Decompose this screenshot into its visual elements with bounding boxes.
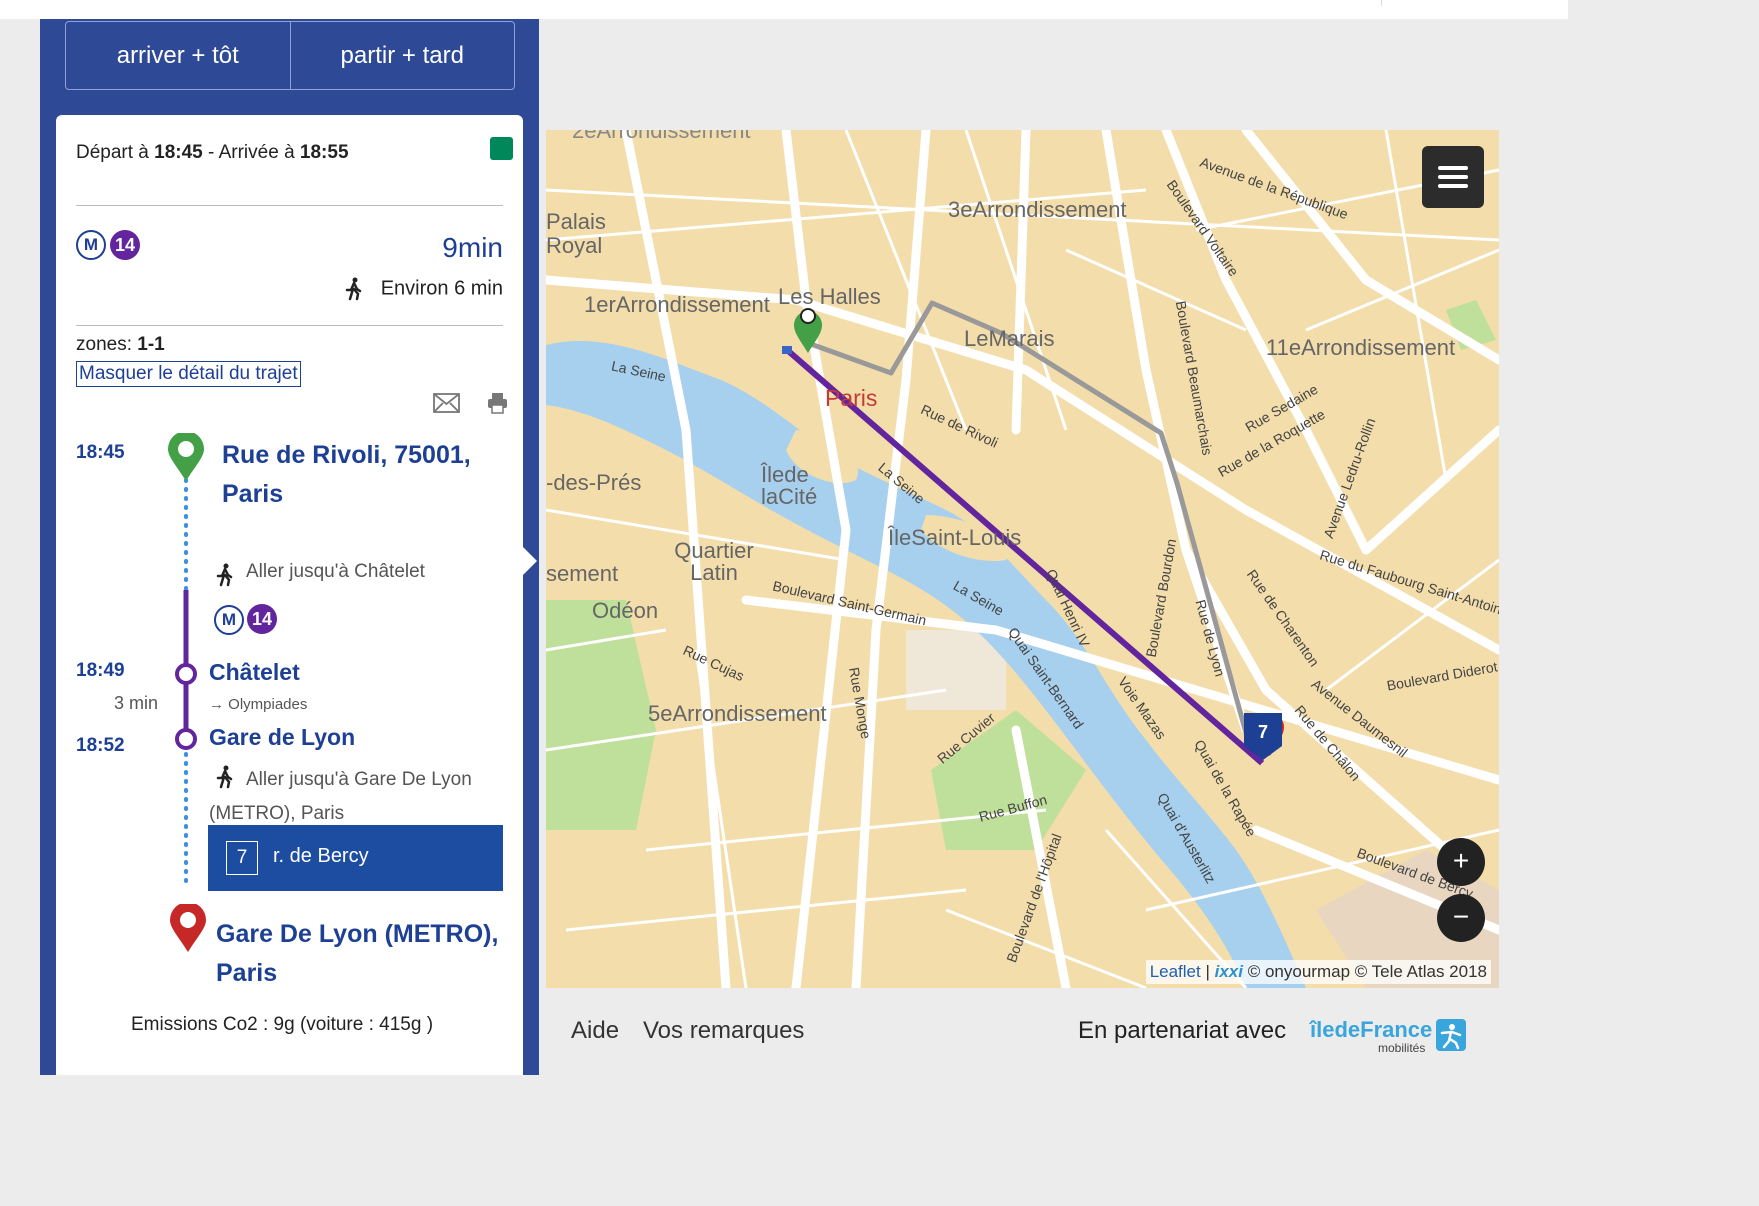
map-label: ÎleSaint-Louis (888, 525, 1022, 550)
destination-address: Gare De Lyon (METRO), Paris (216, 920, 499, 987)
pin-end-icon (170, 904, 206, 952)
ixxi-logo[interactable]: ixxi (1215, 962, 1243, 981)
map-label: 3eArrondissement (948, 197, 1127, 222)
zones: zones: 1-1 (76, 334, 165, 355)
stop-chatelet: Châtelet (209, 659, 300, 685)
ride-duration: 3 min (114, 693, 159, 713)
status-indicator (490, 137, 513, 160)
map-label: Odéon (592, 598, 659, 623)
mail-icon[interactable] (433, 393, 460, 413)
arrive-earlier-button[interactable]: arriver + tôt (66, 22, 291, 89)
trip-times: Départ à 18:45 - Arrivée à 18:55 (76, 142, 349, 163)
zoom-out-button[interactable]: − (1437, 894, 1485, 942)
card-pointer (523, 547, 537, 575)
walk-icon (216, 563, 233, 587)
idf-figure-icon (1440, 1024, 1462, 1050)
metro-icon: M (76, 230, 106, 260)
top-divider (1381, 0, 1382, 6)
emissions: Emissions Co2 : 9g (voiture : 415g ) (131, 1014, 434, 1035)
city-label: Paris (825, 385, 878, 411)
start-address: Rue de Rivoli, 75001, Paris (222, 441, 471, 508)
idf-logo-text[interactable]: îledeFrance mobilités (1310, 1017, 1432, 1055)
walk-summary: Environ 6 min (343, 277, 503, 301)
zoom-in-button[interactable]: + (1437, 838, 1485, 886)
direction: → Olympiades (209, 696, 308, 713)
print-icon[interactable] (487, 392, 508, 414)
step-time: 18:45 (76, 442, 125, 463)
map-label: 2eArrondissement (572, 130, 751, 143)
bus-connection[interactable]: 7 r. de Bercy (208, 825, 503, 891)
help-link[interactable]: Aide (571, 1017, 619, 1045)
time-shift-buttons: arriver + tôt partir + tard (65, 21, 515, 90)
line-14-badge: 14 (110, 230, 140, 260)
step-time: 18:49 (76, 660, 125, 681)
map-label: Îlede laCité (761, 462, 818, 509)
map-label: 11eArrondissement (1266, 335, 1456, 360)
top-bar (0, 0, 1568, 19)
trip-card: Départ à 18:45 - Arrivée à 18:55 M 14 9m… (56, 115, 537, 1075)
depart-time: 18:45 (154, 142, 203, 163)
map-label: Les Halles (778, 284, 881, 309)
arrive-time: 18:55 (299, 142, 349, 163)
map-label: sement (546, 561, 619, 586)
map[interactable]: 7 2eArrondissement Palais Royal 1erArron… (546, 130, 1499, 988)
stop-gare-de-lyon: Gare de Lyon (209, 724, 356, 750)
divider (76, 205, 503, 206)
hide-detail-button[interactable]: Masquer le détail du trajet (76, 361, 301, 387)
feedback-link[interactable]: Vos remarques (643, 1017, 804, 1045)
leaflet-link[interactable]: Leaflet (1150, 962, 1201, 981)
map-label: 5eArrondissement (648, 701, 827, 726)
bus-marker-label: 7 (1258, 722, 1268, 742)
divider (76, 325, 503, 326)
menu-icon (1438, 175, 1468, 179)
menu-icon (1438, 184, 1468, 188)
partner-text: En partenariat avec (1078, 1017, 1287, 1044)
walk-instruction: Aller jusqu'à Châtelet (246, 561, 425, 582)
bus-stop-label: r. de Bercy (273, 845, 369, 867)
map-label: -des-Prés (546, 470, 642, 495)
step-time: 18:52 (76, 735, 125, 756)
pin-start-icon (168, 433, 204, 481)
line-14-badge: 14 (247, 604, 277, 634)
menu-icon (1438, 166, 1468, 170)
map-label: Palais Royal (546, 209, 606, 258)
map-menu-button[interactable] (1422, 146, 1484, 208)
map-label: Quartier Latin (674, 538, 754, 585)
idf-logo-icon (1436, 1019, 1466, 1051)
bus-line-badge: 7 (226, 841, 258, 875)
map-attribution: Leaflet | ixxi © onyourmap © Tele Atlas … (1145, 960, 1491, 984)
trip-duration: 9min (442, 232, 503, 263)
walk-icon (345, 277, 362, 301)
walk-instruction: Aller jusqu'à Gare De Lyon (METRO), Pari… (209, 769, 472, 824)
map-label: 1erArrondissement (584, 292, 770, 317)
map-label: LeMarais (964, 326, 1055, 351)
metro-icon: M (214, 605, 244, 635)
leave-later-button[interactable]: partir + tard (291, 22, 515, 89)
